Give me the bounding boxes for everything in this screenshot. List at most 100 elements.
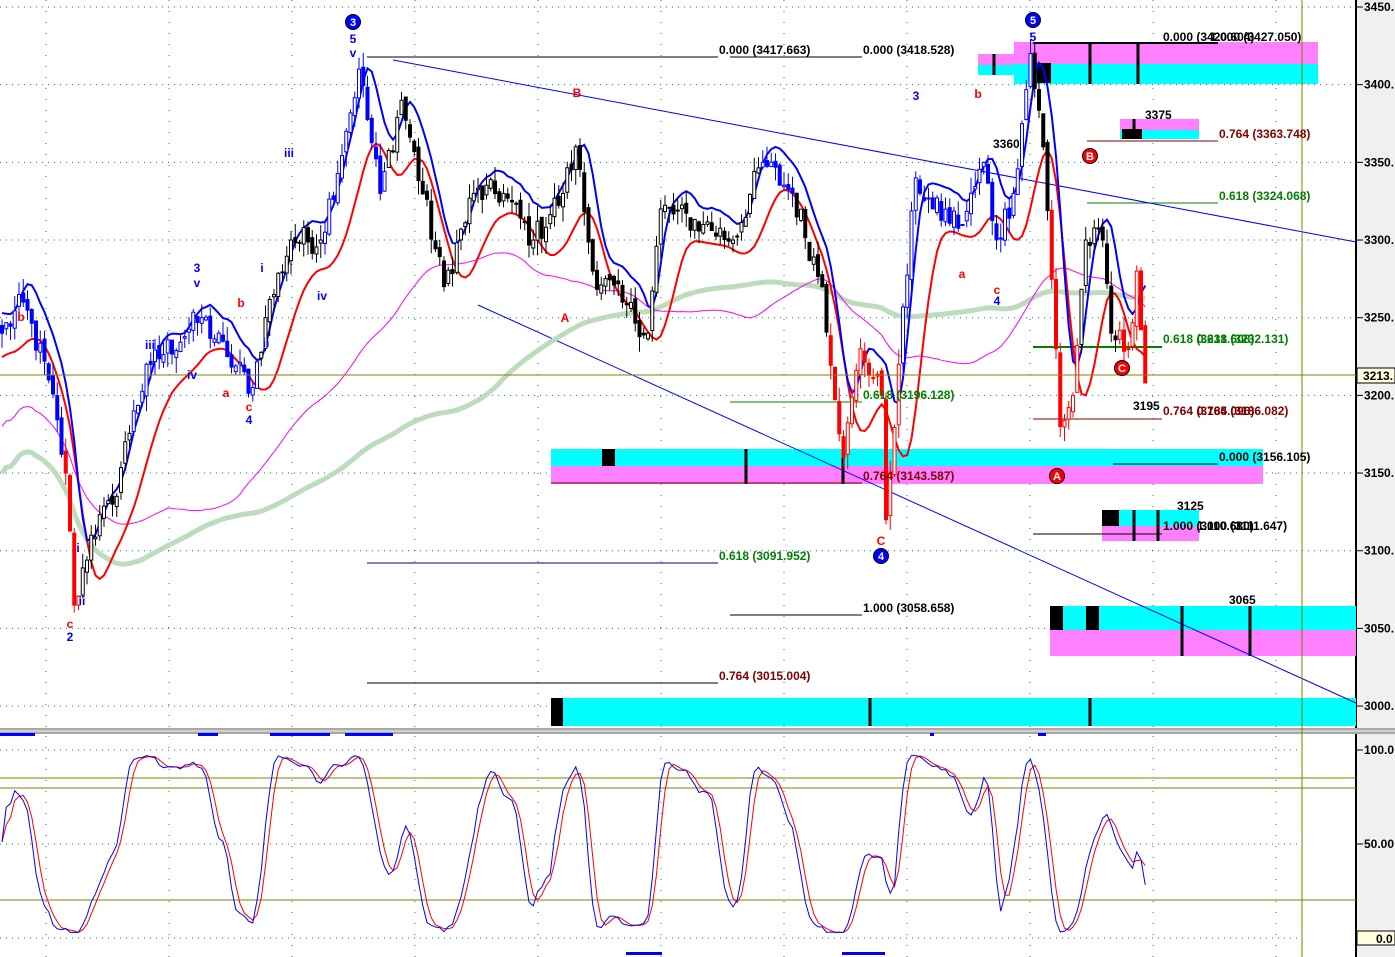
candle-body — [1045, 141, 1050, 212]
candle-body — [505, 193, 510, 199]
candle — [386, 148, 391, 169]
candle-body — [216, 332, 221, 344]
candle-body — [0, 324, 4, 334]
signal-marker — [0, 733, 35, 736]
candle — [590, 238, 595, 276]
stock-chart[interactable]: 0.000 (3417.663) 0.000 (3418.528) 0.618 … — [0, 0, 1395, 957]
candle-body — [514, 202, 519, 205]
candle-body — [280, 271, 285, 274]
candle-body — [807, 241, 812, 261]
candle-body — [208, 315, 213, 339]
candle-body — [403, 96, 408, 121]
candle-body — [709, 222, 714, 232]
candle-body — [246, 368, 251, 394]
zone-cyan — [551, 698, 1356, 726]
fib-label: 0.764 (3143.587) — [863, 469, 954, 483]
candle-body — [586, 207, 591, 243]
candle-body — [1062, 419, 1067, 428]
candle — [1045, 139, 1050, 221]
candle-body — [688, 217, 693, 231]
zone-magenta — [978, 54, 1014, 65]
candle-body — [612, 275, 616, 286]
candle — [442, 256, 446, 292]
zone-block — [1122, 129, 1142, 139]
candle-body — [212, 338, 217, 343]
candle-body — [816, 254, 820, 277]
candle-body — [51, 375, 55, 395]
candle-body — [510, 199, 514, 203]
candle-body — [369, 117, 374, 144]
axis-tick-label: 100.0 — [1364, 743, 1394, 757]
candle-body — [233, 365, 238, 373]
wave-label: B — [573, 86, 582, 100]
candle-body — [378, 155, 383, 194]
candle-body — [867, 362, 871, 376]
candle-body — [731, 239, 735, 244]
wave-circle-A: A — [1049, 468, 1065, 484]
candle-body — [476, 187, 480, 191]
stochastic-d-line — [1, 755, 1146, 933]
zone-block — [551, 698, 563, 726]
candle-body — [119, 467, 123, 493]
candle-body — [552, 197, 557, 218]
candle-body — [174, 350, 179, 359]
wave-label: i — [260, 261, 263, 275]
candle-body — [998, 237, 1003, 240]
candle-body — [884, 399, 888, 521]
candle-body — [990, 181, 995, 222]
candle-body — [1092, 227, 1097, 245]
fib-label: 0.000 (3418.528) — [863, 43, 954, 57]
candle-body — [684, 202, 689, 214]
candle-body — [663, 204, 667, 213]
candle-body — [850, 396, 854, 425]
candle — [833, 366, 837, 401]
signal-marker — [930, 733, 934, 736]
candle-body — [909, 210, 914, 281]
candle-body — [637, 320, 642, 338]
candle-body — [85, 559, 89, 573]
candle-body — [335, 173, 340, 204]
candle-body — [527, 216, 531, 246]
candle-body — [437, 247, 442, 258]
candle-body — [157, 345, 162, 360]
wave-circle-B: B — [1082, 148, 1098, 164]
candle-body — [986, 163, 990, 184]
wave-label: a — [959, 267, 966, 281]
wave-circle-C: C — [1114, 360, 1130, 376]
candle-body — [365, 86, 370, 120]
wave-circle-label: 3 — [350, 17, 356, 29]
candle — [901, 303, 905, 374]
candle-body — [170, 339, 174, 355]
candle-body — [123, 441, 128, 464]
candle-body — [892, 426, 897, 476]
wave-circle-label: B — [1086, 151, 1094, 163]
zone-cyan — [1014, 64, 1318, 84]
candle-body — [1122, 329, 1126, 352]
candle-body — [701, 223, 706, 234]
candle-body — [658, 208, 663, 245]
candle-body — [735, 235, 740, 238]
candle-body — [935, 197, 939, 214]
signal-marker — [842, 952, 885, 955]
candle-body — [1049, 209, 1054, 280]
fib-label: 0.000 (3417.663) — [719, 43, 810, 57]
wave-label: b — [237, 296, 244, 310]
candle-body — [416, 146, 421, 182]
candle-body — [871, 377, 876, 380]
candle-body — [102, 505, 106, 519]
fib-label: 0.618 (3196.128) — [863, 388, 954, 402]
candle-body — [225, 340, 230, 358]
candle-body — [446, 269, 451, 284]
zone-block — [1050, 606, 1063, 630]
candle-body — [692, 218, 697, 231]
candle-body — [42, 338, 47, 362]
candle-body — [323, 231, 327, 245]
candle-body — [675, 209, 680, 212]
candle-body — [127, 432, 132, 441]
candle-body — [106, 500, 111, 505]
wave-label: 4 — [994, 294, 1001, 308]
candle-body — [913, 177, 918, 211]
candle-body — [671, 204, 676, 215]
candle — [935, 195, 939, 216]
last-osc-tag: 0.0 — [1356, 930, 1395, 946]
